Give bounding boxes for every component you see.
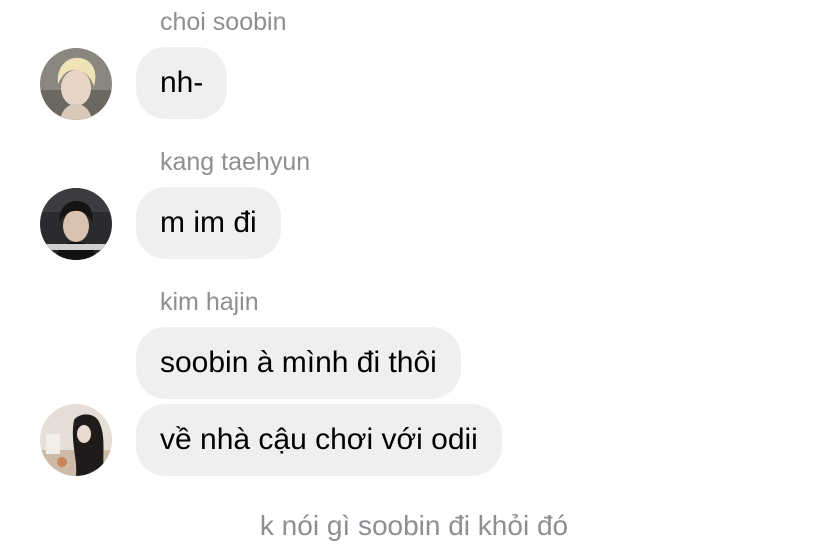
user-avatar-icon[interactable] (40, 404, 112, 476)
sender-name: choi soobin (160, 8, 287, 36)
sender-name: kim hajin (160, 288, 259, 316)
message-bubble[interactable]: về nhà cậu chơi với odii (136, 404, 502, 476)
user-avatar-icon[interactable] (40, 188, 112, 260)
avatar-photo (40, 404, 112, 476)
message-bubble[interactable]: m im đi (136, 187, 281, 259)
message-bubble[interactable]: soobin à mình đi thôi (136, 327, 461, 399)
message-bubble[interactable]: nh- (136, 47, 228, 119)
user-avatar-icon[interactable] (40, 48, 112, 120)
status-note: k nói gì soobin đi khỏi đó (259, 510, 569, 541)
avatar-photo (40, 188, 112, 260)
sender-name: kang taehyun (160, 148, 311, 176)
avatar-photo (40, 48, 112, 120)
